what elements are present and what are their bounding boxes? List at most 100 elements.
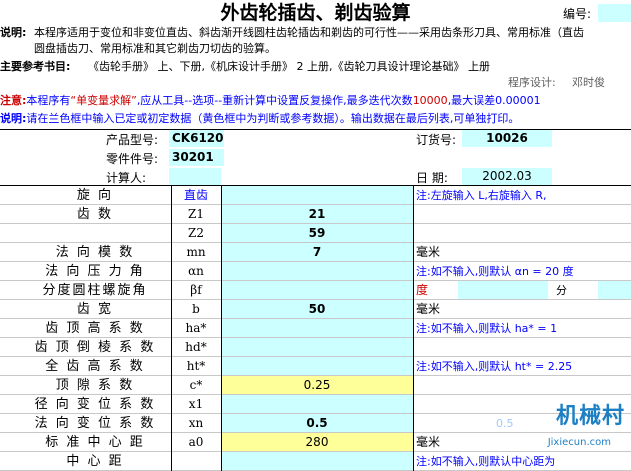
order-field[interactable]: 10026	[462, 130, 552, 147]
param-name: 全 齿 高 系 数	[45, 359, 145, 374]
table-row: 齿 顶 高 系 数 ha* 注:如不输入,则默认 ha* = 1	[0, 319, 631, 338]
calc-label: 计算人:	[106, 171, 147, 185]
param-symbol: ha*	[185, 321, 207, 335]
product-field[interactable]: CK6120	[169, 130, 224, 147]
param-value-field[interactable]: 21	[221, 205, 413, 224]
param-name: 径 向 变 位 系 数	[34, 397, 156, 412]
date-label: 日 期:	[416, 171, 448, 185]
number-label: 编号:	[563, 7, 592, 21]
param-value-field[interactable]	[221, 357, 413, 376]
designer-label: 程序设计:	[508, 76, 556, 89]
param-hint: 注:如不输入,则默认 αn = 20 度	[416, 265, 574, 278]
watermark-logo: 机械村	[555, 404, 625, 429]
param-value-field[interactable]	[221, 395, 413, 414]
table-row: 法 向 压 力 角 αn 注:如不输入,则默认 αn = 20 度	[0, 262, 631, 281]
col-sep-3	[413, 186, 414, 471]
table-row: 旋 向 直齿 注:左旋输入 L,右旋输入 R,	[0, 186, 631, 205]
param-value-field[interactable]	[221, 262, 413, 281]
desc-label: 说明:	[0, 26, 27, 39]
param-name	[20, 224, 170, 243]
angle-second-field[interactable]	[598, 281, 631, 300]
param-symbol: a0	[188, 435, 204, 449]
param-symbol: βf	[190, 283, 202, 297]
param-unit	[416, 376, 456, 395]
table-row: 法 向 变 位 系 数 xn 0.5 0.5	[0, 414, 631, 433]
refs-label: 主要参考书目:	[0, 60, 71, 73]
notice-pre: 本程序有	[26, 94, 71, 107]
param-symbol: ht*	[186, 359, 206, 373]
desc-line1: 本程序适用于变位和非变位直齿、斜齿渐开线圆柱齿轮插齿和剃齿的可行性——采用齿条形…	[34, 26, 584, 39]
param-name: 旋 向	[76, 188, 114, 203]
param-symbol: c*	[189, 378, 203, 392]
param-symbol: Z1	[188, 207, 204, 221]
param-unit: 毫米	[416, 245, 441, 259]
param-name: 顶 隙 系 数	[55, 378, 135, 393]
param-unit	[416, 395, 456, 414]
param-name: 法 向 模 数	[55, 245, 135, 260]
param-name: 齿 顶 高 系 数	[45, 321, 145, 336]
calc-field[interactable]	[169, 168, 221, 185]
param-value-field[interactable]	[221, 319, 413, 338]
param-value-field[interactable]: 7	[221, 243, 413, 262]
param-unit: 毫米	[416, 435, 441, 449]
usage-line: 说明:请在兰色框中输入已定或初定数据（黄色框中为判断或参考数据）。输出数据在最后…	[0, 112, 519, 126]
param-value-field[interactable]: 0.5	[221, 414, 413, 433]
notice-err: ,最大误差0.00001	[447, 94, 541, 107]
param-unit	[416, 205, 456, 224]
part-field[interactable]: 30201	[169, 149, 224, 166]
param-value-field[interactable]: 280	[221, 433, 413, 452]
param-name: 法 向 变 位 系 数	[34, 416, 156, 431]
param-symbol: b	[192, 302, 200, 316]
param-name: 法 向 压 力 角	[45, 264, 145, 279]
page-title: 外齿轮插齿、剃齿验算	[220, 2, 411, 24]
table-row: 径 向 变 位 系 数 x1	[0, 395, 631, 414]
notice-iter: 10000	[412, 94, 448, 107]
col-sep-2	[221, 186, 222, 471]
usage-label: 说明:	[0, 112, 27, 125]
watermark-site: Jixiecun.com	[547, 437, 611, 448]
param-name: 分度圆柱螺旋角	[42, 283, 148, 298]
param-hint: 注:如不输入,则默认中心距为	[416, 455, 556, 468]
table-row: 全 齿 高 系 数 ht* 注:如不输入,则默认 ht* = 2.25	[0, 357, 631, 376]
table-row: Z2 59	[0, 224, 631, 243]
param-value-field[interactable]	[221, 452, 413, 471]
param-unit	[416, 224, 456, 243]
table-row: 中 心 距 注:如不输入,则默认中心距为	[0, 452, 631, 471]
param-unit: 度	[416, 283, 429, 297]
param-unit	[416, 414, 456, 433]
param-value-field[interactable]: 50	[221, 300, 413, 319]
param-hint: 注:如不输入,则默认 ht* = 2.25	[416, 360, 573, 373]
param-value-field[interactable]	[221, 281, 413, 300]
param-name: 齿 宽	[76, 302, 114, 317]
table-row: 顶 隙 系 数 c* 0.25	[0, 376, 631, 395]
param-symbol: Z2	[188, 226, 204, 240]
param-symbol: mn	[186, 245, 206, 259]
usage-text: 请在兰色框中输入已定或初定数据（黄色框中为判断或参考数据）。输出数据在最后列表,…	[26, 112, 520, 125]
param-symbol: αn	[188, 264, 204, 278]
param-symbol: xn	[188, 416, 204, 430]
table-row: 法 向 模 数 mn 7 毫米	[0, 243, 631, 262]
table-row: 分度圆柱螺旋角 βf 度 分	[0, 281, 631, 300]
param-value-field[interactable]	[221, 338, 413, 357]
notice-mid: ,应从工具--选项--重新计算中设置反复操作,最多迭代次数	[136, 94, 413, 107]
refs-text: 《齿轮手册》 上、下册,《机床设计手册》 2 上册,《齿轮刀具设计理论基础》 上…	[88, 60, 490, 73]
notice-line: 注意:本程序有“单变量求解”,应从工具--选项--重新计算中设置反复操作,最多迭…	[0, 94, 541, 108]
param-unit	[416, 338, 456, 357]
param-symbol: 直齿	[183, 188, 208, 202]
param-value-field[interactable]: 59	[221, 224, 413, 243]
param-hint: 分	[556, 284, 567, 297]
param-name: 中 心 距	[66, 454, 124, 469]
table-row: 标 准 中 心 距 a0 280 毫米	[0, 433, 631, 452]
table-row: 齿 宽 b 50 毫米	[0, 300, 631, 319]
param-hint: 注:如不输入,则默认 ha* = 1	[416, 322, 558, 335]
desc-line2: 圆盘插齿刀、常用标准和其它剃齿刀切齿的验算。	[34, 42, 276, 55]
angle-minute-field[interactable]	[458, 281, 548, 300]
table-row: 齿 数 Z1 21	[0, 205, 631, 224]
param-value-field[interactable]: 0.25	[221, 376, 413, 395]
notice-req: “单变量求解”	[70, 94, 137, 107]
table-row: 齿 顶 倒 棱 系 数 hd*	[0, 338, 631, 357]
number-field[interactable]	[598, 4, 631, 22]
date-field[interactable]: 2002.03	[462, 168, 552, 185]
param-value-field[interactable]	[221, 186, 413, 205]
col-sep-1	[171, 186, 172, 471]
